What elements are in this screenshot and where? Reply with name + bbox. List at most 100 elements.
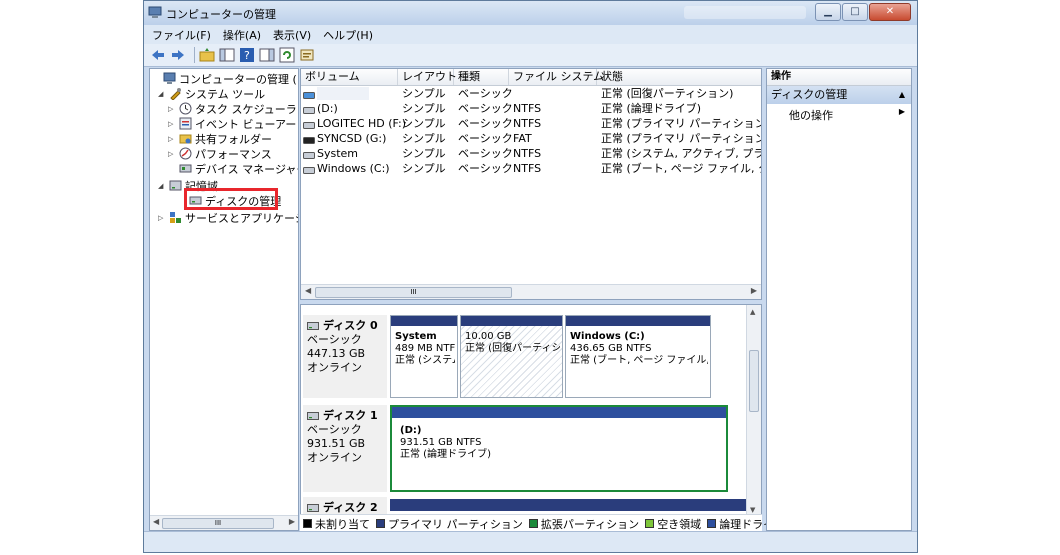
collapsed-arrow-icon[interactable]: ▷ <box>168 135 176 143</box>
scroll-thumb[interactable]: III <box>162 518 274 529</box>
volume-row[interactable]: (D:) シンプル ベーシック NTFS 正常 (論理ドライブ) <box>301 101 761 116</box>
minimize-icon: ▁ <box>824 6 832 17</box>
disk-1-label[interactable]: ディスク 1 ベーシック 931.51 GB オンライン <box>303 405 387 492</box>
partition-bar <box>391 316 457 326</box>
collapse-triangle-icon[interactable]: ▲ <box>899 86 905 104</box>
volume-cell-type: ベーシック <box>458 162 513 175</box>
volume-name: (D:) <box>317 102 338 115</box>
column-type[interactable]: 種類 <box>454 69 509 85</box>
partition-bar <box>566 316 710 326</box>
storage-icon <box>169 179 182 192</box>
menu-help[interactable]: ヘルプ(H) <box>321 27 375 43</box>
partition-bar <box>461 316 562 326</box>
drive-icon <box>303 164 315 174</box>
column-status[interactable]: 状態 <box>597 69 761 85</box>
collapsed-arrow-icon[interactable]: ▷ <box>168 150 176 158</box>
volume-name: Windows (C:) <box>317 162 390 175</box>
volume-row[interactable]: Windows (C:) シンプル ベーシック NTFS 正常 (ブート, ページ ファ… <box>301 161 761 176</box>
show-hide-tree-button[interactable] <box>219 47 235 63</box>
legend-label: 未割り当て <box>315 517 370 531</box>
volume-row[interactable]: SYNCSD (G:) シンプル ベーシック FAT 正常 (プライマリ パーティション… <box>301 131 761 146</box>
actions-section-disk-management[interactable]: ディスクの管理 ▲ <box>767 86 911 104</box>
legend-swatch <box>707 519 717 528</box>
tree-item-label: 共有フォルダー <box>195 132 272 146</box>
tree-item[interactable]: ▷ 共有フォルダー <box>168 131 272 146</box>
help-button[interactable]: ? <box>239 47 255 63</box>
partition-size: 436.65 GB NTFS <box>570 343 652 354</box>
collapsed-arrow-icon[interactable]: ▷ <box>168 105 176 113</box>
services-icon <box>169 211 182 224</box>
title-bar-ghost <box>684 6 806 19</box>
column-layout[interactable]: レイアウト <box>398 69 457 85</box>
forward-button[interactable] <box>170 47 186 63</box>
volume-cell-layout: シンプル <box>402 87 446 100</box>
computer-management-window: コンピューターの管理 ▁ □ ✕ ファイル(F) 操作(A) 表示(V) ヘルプ… <box>143 0 918 553</box>
tree-item-label: デバイス マネージャー <box>195 162 299 176</box>
partition-windows-c[interactable]: Windows (C:) 436.65 GB NTFS 正常 (ブート, ページ… <box>565 315 711 398</box>
menu-view[interactable]: 表示(V) <box>271 27 313 43</box>
tree-item[interactable]: ▷ サービスとアプリケーション <box>158 210 298 225</box>
column-volume[interactable]: ボリューム <box>301 69 398 85</box>
disk-2-partition-bar[interactable] <box>390 499 748 511</box>
expanded-arrow-icon[interactable]: ◢ <box>158 182 166 190</box>
scroll-down-arrow-icon[interactable]: ▼ <box>750 506 755 514</box>
maximize-button[interactable]: □ <box>842 3 868 21</box>
shared-folder-icon <box>179 132 192 145</box>
volume-cell-layout: シンプル <box>402 162 446 175</box>
scroll-up-arrow-icon[interactable]: ▲ <box>750 308 755 316</box>
tree-item[interactable]: ◢ システム ツール <box>158 86 265 101</box>
up-folder-button[interactable] <box>199 47 215 63</box>
actions-pane: 操作 ディスクの管理 ▲ 他の操作 ▶ <box>766 68 912 531</box>
legend-item: 未割り当て <box>303 516 370 532</box>
tree-item[interactable]: デバイス マネージャー <box>168 161 299 176</box>
scroll-thumb[interactable]: III <box>315 287 512 298</box>
tree-item[interactable]: コンピューターの管理 (ローカ <box>152 71 298 86</box>
disk-pane-vscrollbar[interactable]: ▲ ▼ <box>746 305 761 517</box>
volume-list: ボリューム レイアウト 種類 ファイル システム 状態 シンプル ベーシック 正常 … <box>300 68 762 300</box>
volume-row[interactable]: LOGITEC HD (F:) シンプル ベーシック NTFS 正常 (プライマリ パー… <box>301 116 761 131</box>
volume-list-hscrollbar[interactable]: ◀ III ▶ <box>301 284 761 299</box>
folder-up-icon <box>199 48 215 62</box>
partition-logical-d[interactable]: (D:) 931.51 GB NTFS 正常 (論理ドライブ) <box>390 405 728 492</box>
menu-action[interactable]: 操作(A) <box>221 27 263 43</box>
scroll-left-arrow-icon[interactable]: ◀ <box>153 517 159 526</box>
partition-title: Windows (C:) <box>570 331 645 342</box>
column-filesystem[interactable]: ファイル システム <box>509 69 604 85</box>
volume-cell-fs: NTFS <box>513 102 542 115</box>
volume-row[interactable]: System シンプルベーシックNTFS 正常 (システム, アクティブ, プライマ <box>301 146 761 161</box>
svg-text:?: ? <box>244 49 250 62</box>
title-bar[interactable]: コンピューターの管理 ▁ □ ✕ <box>144 1 917 25</box>
other-actions-item[interactable]: 他の操作 <box>789 107 833 123</box>
window-title: コンピューターの管理 <box>166 8 276 21</box>
collapsed-arrow-icon[interactable]: ▷ <box>168 120 176 128</box>
partition-recovery[interactable]: 10.00 GB 正常 (回復パーティシ <box>460 315 563 398</box>
minimize-button[interactable]: ▁ <box>815 3 841 21</box>
drive-icon <box>303 119 315 129</box>
back-button[interactable] <box>150 47 166 63</box>
tree-item[interactable]: ▷ イベント ビューアー <box>168 116 296 131</box>
partition-status: 正常 (システム <box>395 355 455 366</box>
tree-hscrollbar[interactable]: ◀ III ▶ <box>150 515 298 530</box>
volume-row[interactable]: シンプル ベーシック 正常 (回復パーティション) <box>301 86 761 101</box>
action-pane-button[interactable] <box>259 47 275 63</box>
close-button[interactable]: ✕ <box>869 3 911 21</box>
volume-cell-status: 正常 (回復パーティション) <box>601 87 734 100</box>
scroll-thumb[interactable] <box>749 350 759 412</box>
properties-button[interactable] <box>299 47 315 63</box>
scroll-right-arrow-icon[interactable]: ▶ <box>751 286 757 295</box>
expanded-arrow-icon[interactable]: ◢ <box>158 90 166 98</box>
disk-1-name: ディスク 1 <box>323 409 378 422</box>
tree-item[interactable]: ▷ タスク スケジューラ <box>168 101 297 116</box>
collapsed-arrow-icon[interactable]: ▷ <box>158 214 166 222</box>
tree-item[interactable]: ▷ パフォーマンス <box>168 146 272 161</box>
partition-status: 正常 (論理ドライブ) <box>400 449 491 460</box>
submenu-arrow-icon[interactable]: ▶ <box>899 107 905 116</box>
disk-0-label[interactable]: ディスク 0 ベーシック 447.13 GB オンライン <box>303 315 387 398</box>
volume-cell-name: LOGITEC HD (F:) <box>303 116 406 131</box>
volume-cell-name <box>303 86 317 101</box>
refresh-button[interactable] <box>279 47 295 63</box>
menu-file[interactable]: ファイル(F) <box>150 27 213 43</box>
scroll-left-arrow-icon[interactable]: ◀ <box>305 286 311 295</box>
partition-system[interactable]: System 489 MB NTFS 正常 (システム <box>390 315 458 398</box>
scroll-right-arrow-icon[interactable]: ▶ <box>289 517 295 526</box>
